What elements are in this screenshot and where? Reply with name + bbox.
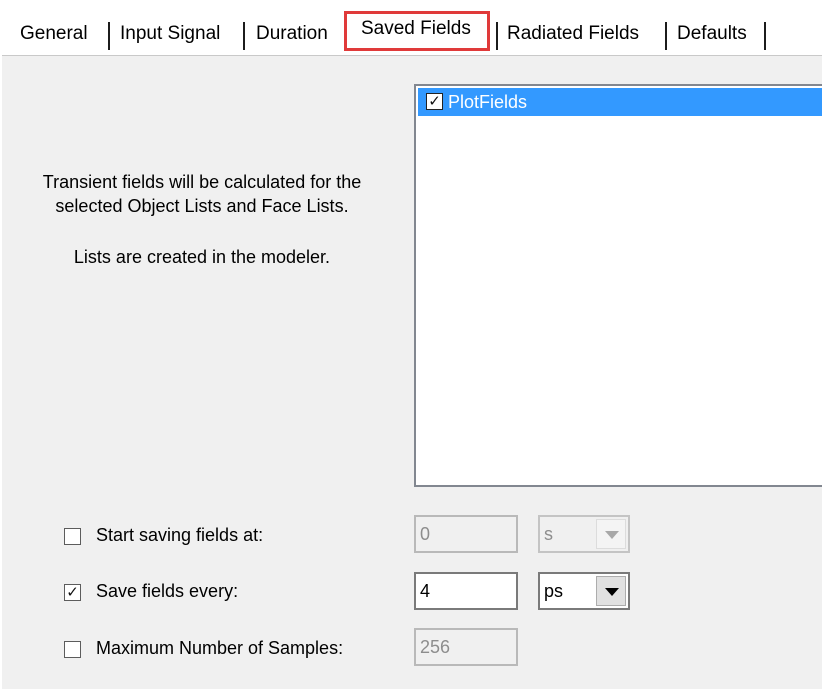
dropdown-button[interactable] <box>596 576 626 606</box>
chevron-down-icon <box>605 588 619 596</box>
max-samples-input[interactable]: 256 <box>414 628 518 666</box>
tab-input-signal[interactable]: Input Signal <box>120 18 220 50</box>
save-every-label: Save fields every: <box>96 581 239 601</box>
plotfields-checkbox[interactable]: ✓ <box>426 93 443 110</box>
tab-separator <box>496 22 498 50</box>
list-item[interactable]: ✓ PlotFields <box>418 88 822 116</box>
tab-defaults[interactable]: Defaults <box>677 18 747 50</box>
tab-radiated-fields[interactable]: Radiated Fields <box>507 18 639 50</box>
field-lists-listbox[interactable]: ✓ PlotFields <box>414 84 822 487</box>
save-every-unit-select[interactable]: ps <box>538 572 630 610</box>
start-saving-unit-value: s <box>544 524 553 544</box>
tab-strip: General Input Signal Duration Saved Fiel… <box>0 0 822 58</box>
start-saving-input[interactable]: 0 <box>414 515 518 553</box>
dropdown-button[interactable] <box>596 519 626 549</box>
start-saving-unit-select[interactable]: s <box>538 515 630 553</box>
tab-separator <box>665 22 667 50</box>
tab-separator <box>243 22 245 50</box>
chevron-down-icon <box>605 531 619 539</box>
list-item-label: PlotFields <box>448 92 528 112</box>
tab-saved-fields[interactable]: Saved Fields <box>361 13 471 45</box>
start-saving-label: Start saving fields at: <box>96 525 264 545</box>
save-every-unit-value: ps <box>544 581 564 601</box>
max-samples-label: Maximum Number of Samples: <box>96 638 344 658</box>
description-line-2: selected Object Lists and Face Lists. <box>55 196 349 216</box>
max-samples-checkbox[interactable] <box>64 641 81 658</box>
start-saving-checkbox[interactable] <box>64 528 81 545</box>
checkmark-icon: ✓ <box>428 92 441 110</box>
description-line-3: Lists are created in the modeler. <box>73 247 331 267</box>
tab-separator <box>764 22 766 50</box>
tab-general[interactable]: General <box>20 18 88 50</box>
tab-duration[interactable]: Duration <box>256 18 328 50</box>
save-every-checkbox[interactable]: ✓ <box>64 584 81 601</box>
checkmark-icon: ✓ <box>66 583 79 601</box>
description-line-1: Transient fields will be calculated for … <box>42 172 362 192</box>
save-every-input[interactable]: 4 <box>414 572 518 610</box>
tab-separator <box>108 22 110 50</box>
